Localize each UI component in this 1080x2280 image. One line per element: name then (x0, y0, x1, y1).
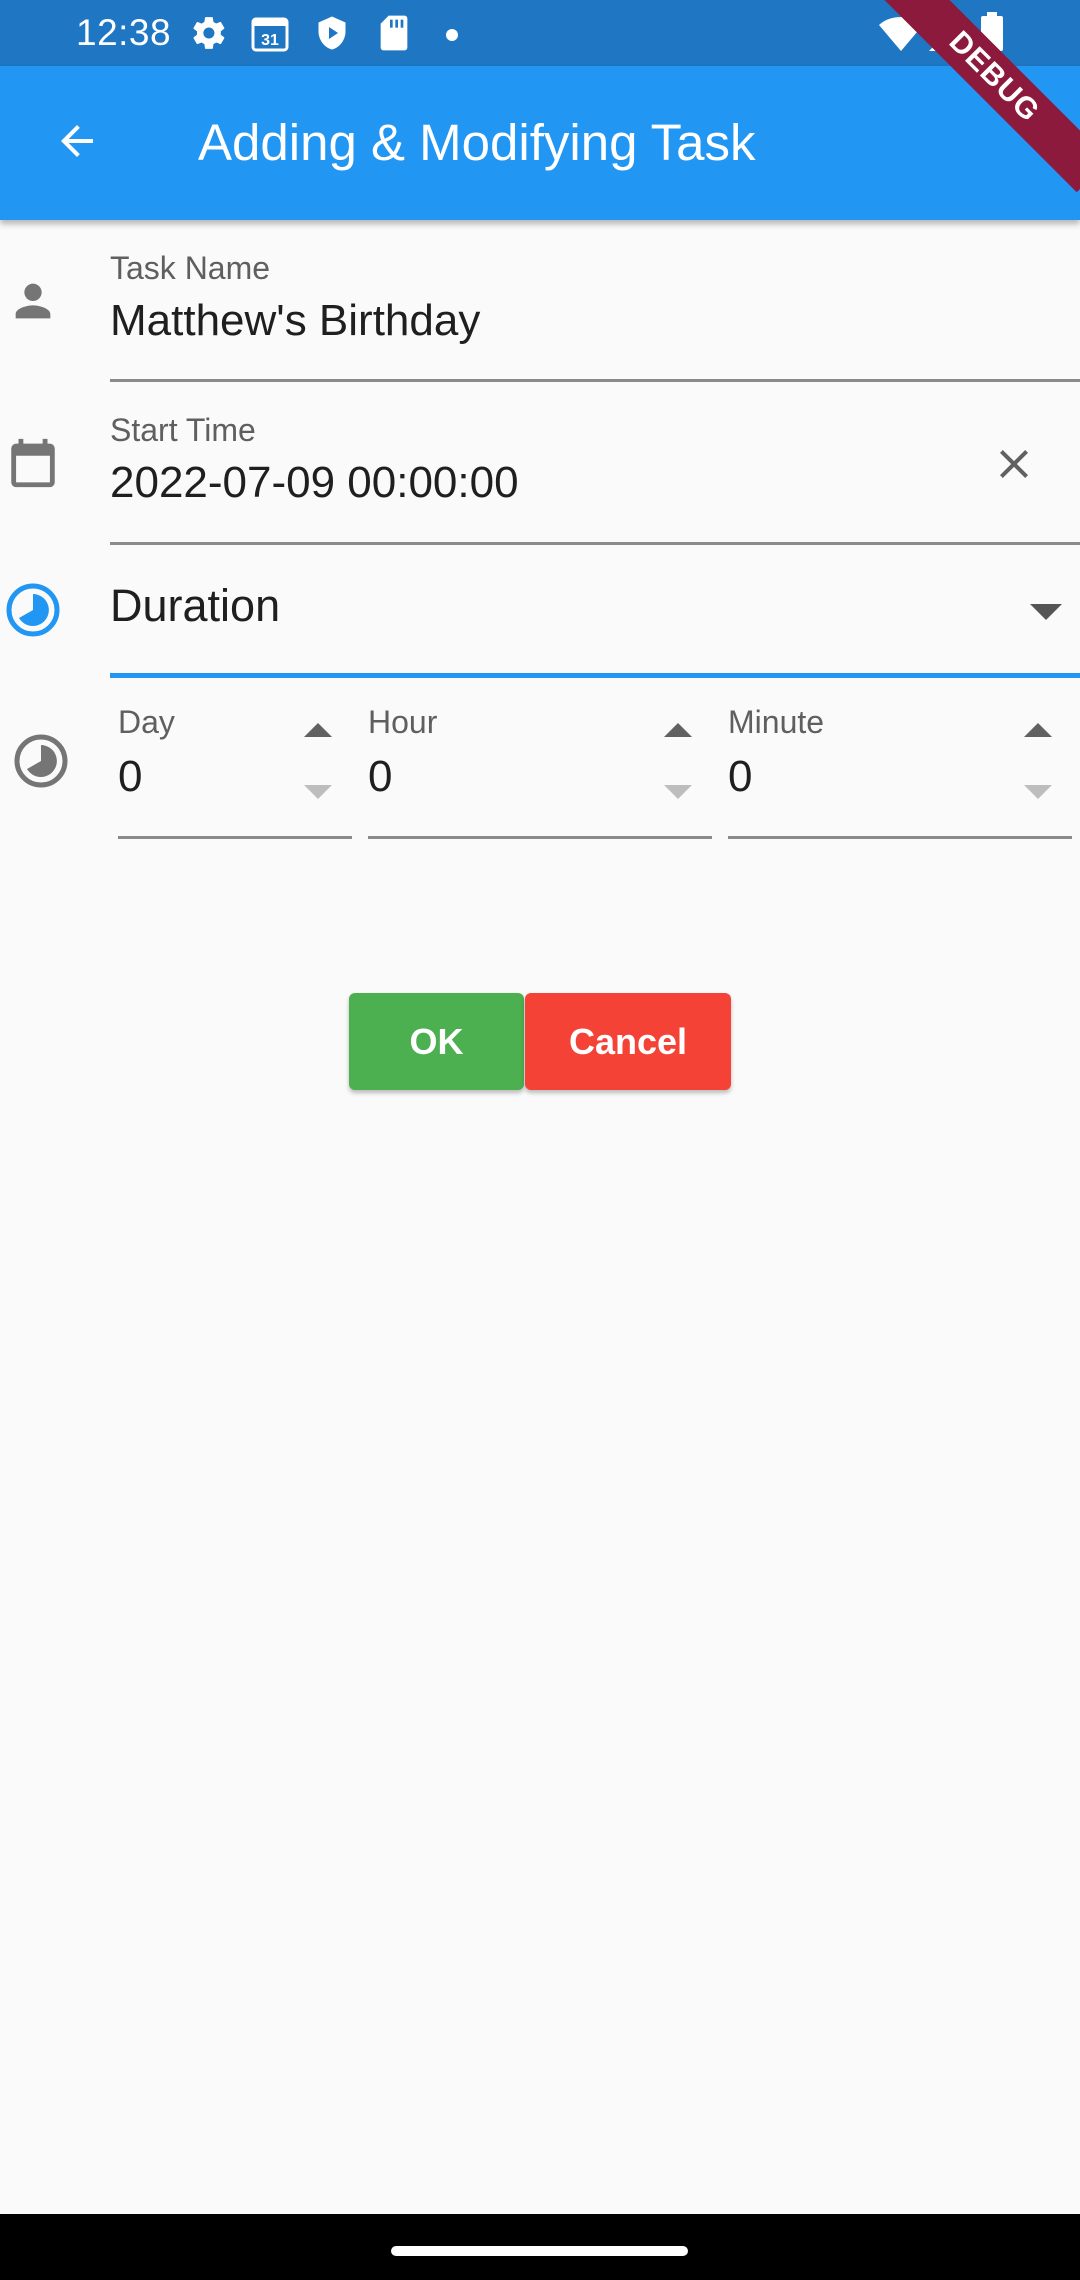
task-name-input[interactable]: Matthew's Birthday (110, 296, 480, 346)
calendar-date: 31 (261, 32, 279, 49)
signal-icon (928, 16, 964, 54)
calendar-icon: 31 (250, 14, 290, 52)
home-gesture-handle[interactable] (391, 2246, 688, 2256)
app-bar: Adding & Modifying Task (0, 66, 1080, 220)
minute-input[interactable]: 0 (728, 752, 752, 802)
duration-dropdown[interactable]: Duration (110, 580, 280, 632)
dot-icon (446, 28, 458, 66)
day-increment-button[interactable] (296, 714, 340, 746)
shield-icon (314, 14, 350, 52)
hour-input[interactable]: 0 (368, 752, 392, 802)
duration-underline (110, 673, 1080, 678)
hour-increment-button[interactable] (656, 714, 700, 746)
day-label: Day (118, 704, 175, 740)
sd-card-icon (378, 14, 410, 52)
task-name-underline (110, 379, 1080, 382)
status-time: 12:38 (76, 12, 172, 53)
minute-label: Minute (728, 704, 825, 740)
pie-clock-icon (10, 730, 72, 792)
arrow-back-icon (53, 117, 101, 170)
back-button[interactable] (38, 104, 116, 182)
day-input[interactable]: 0 (118, 752, 142, 802)
start-time-label: Start Time (110, 412, 256, 448)
day-underline (118, 836, 352, 839)
battery-icon (980, 12, 1004, 51)
minute-underline (728, 836, 1072, 839)
gear-icon (190, 14, 228, 52)
hour-decrement-button[interactable] (656, 776, 700, 808)
minute-increment-button[interactable] (1016, 714, 1060, 746)
task-name-label: Task Name (110, 250, 271, 286)
minute-decrement-button[interactable] (1016, 776, 1060, 808)
caret-down-icon[interactable] (1030, 604, 1062, 625)
wifi-icon (878, 16, 924, 54)
ok-button[interactable]: OK (349, 993, 524, 1090)
calendar-icon (2, 430, 64, 496)
hour-label: Hour (368, 704, 438, 740)
page-title: Adding & Modifying Task (198, 114, 756, 171)
start-time-input[interactable]: 2022-07-09 00:00:00 (110, 458, 519, 508)
pie-clock-icon (4, 580, 62, 640)
status-bar: 12:38 31 (0, 0, 1080, 66)
hour-underline (368, 836, 712, 839)
cancel-button[interactable]: Cancel (525, 993, 731, 1090)
close-icon[interactable] (986, 436, 1042, 492)
day-decrement-button[interactable] (296, 776, 340, 808)
start-time-underline (110, 542, 1080, 545)
person-icon (4, 272, 62, 330)
